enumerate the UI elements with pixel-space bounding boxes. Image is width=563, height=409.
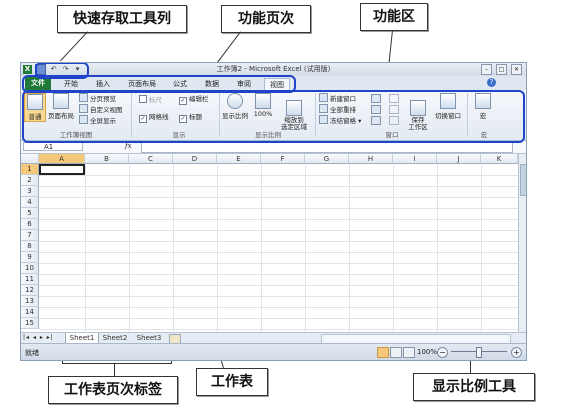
page-break-status-icon[interactable] [403, 347, 415, 358]
zoom-level[interactable]: 100% [417, 348, 437, 356]
row-header[interactable]: 15 [21, 318, 39, 329]
status-bar: 就绪 100% − + [21, 343, 526, 360]
column-header[interactable]: E [217, 154, 261, 164]
callout-ribbon: 功能区 [360, 3, 428, 31]
row-header[interactable]: 11 [21, 274, 39, 285]
leader-sheet-tabs [114, 363, 115, 376]
column-header[interactable]: G [305, 154, 349, 164]
row-header[interactable]: 10 [21, 263, 39, 274]
column-header[interactable]: F [261, 154, 305, 164]
sheet-nav-icon[interactable]: |◂ ◂ ▸ ▸| [23, 333, 54, 343]
row-header[interactable]: 4 [21, 197, 39, 208]
callout-sheet-tabs: 工作表页次标签 [48, 376, 178, 404]
window-title: 工作簿2 - Microsoft Excel (试用版) [216, 65, 331, 73]
zoom-in-button[interactable]: + [511, 347, 522, 358]
sheet-tab[interactable]: Sheet2 [99, 333, 131, 343]
restore-icon[interactable]: □ [496, 64, 507, 75]
highlight-ribbon [22, 90, 525, 143]
window-controls: – □ ✕ [481, 64, 522, 75]
worksheet-grid[interactable]: A B C D E F G H I J K 1 2 3 4 5 6 7 8 9 … [21, 154, 518, 332]
column-header[interactable]: H [349, 154, 393, 164]
active-cell-a1[interactable] [39, 164, 85, 175]
row-header[interactable]: 7 [21, 230, 39, 241]
callout-qat: 快速存取工具列 [57, 5, 187, 33]
row-header[interactable]: 5 [21, 208, 39, 219]
row-header[interactable]: 8 [21, 241, 39, 252]
status-ready: 就绪 [25, 349, 39, 357]
formula-input[interactable] [141, 142, 513, 153]
grid-lines [39, 164, 518, 332]
zoom-slider-thumb[interactable] [476, 347, 482, 358]
column-header[interactable]: B [85, 154, 129, 164]
row-header[interactable]: 9 [21, 252, 39, 263]
row-header[interactable]: 3 [21, 186, 39, 197]
sheet-tab[interactable]: Sheet3 [133, 333, 165, 343]
row-header[interactable]: 1 [21, 164, 39, 175]
excel-icon[interactable]: X [23, 65, 32, 74]
callout-zoom-tool: 显示比例工具 [413, 373, 535, 401]
page-layout-status-icon[interactable] [390, 347, 402, 358]
excel-window: 工作簿2 - Microsoft Excel (试用版) X ↶ ↷ ▾ – □… [20, 62, 527, 361]
vertical-scrollbar[interactable] [518, 154, 526, 332]
scroll-thumb[interactable] [520, 164, 526, 196]
row-header[interactable]: 2 [21, 175, 39, 186]
help-icon[interactable]: ? [487, 78, 496, 87]
normal-view-status-icon[interactable] [377, 347, 389, 358]
row-header[interactable]: 6 [21, 219, 39, 230]
column-header[interactable]: D [173, 154, 217, 164]
column-header[interactable]: I [393, 154, 437, 164]
leader-qat [59, 31, 88, 62]
row-header[interactable]: 13 [21, 296, 39, 307]
column-header[interactable]: J [437, 154, 481, 164]
callout-worksheet: 工作表 [196, 368, 268, 396]
zoom-out-button[interactable]: − [437, 347, 448, 358]
minimize-icon[interactable]: – [481, 64, 492, 75]
name-box[interactable]: A1 [23, 142, 83, 151]
row-header[interactable]: 14 [21, 307, 39, 318]
row-header[interactable]: 12 [21, 285, 39, 296]
insert-function-icon[interactable]: fx [125, 142, 132, 150]
column-header[interactable]: K [481, 154, 518, 164]
select-all-corner[interactable] [21, 154, 39, 164]
callout-tabs: 功能页次 [221, 5, 311, 33]
column-header[interactable]: A [39, 154, 85, 164]
column-header[interactable]: C [129, 154, 173, 164]
close-icon[interactable]: ✕ [511, 64, 522, 75]
